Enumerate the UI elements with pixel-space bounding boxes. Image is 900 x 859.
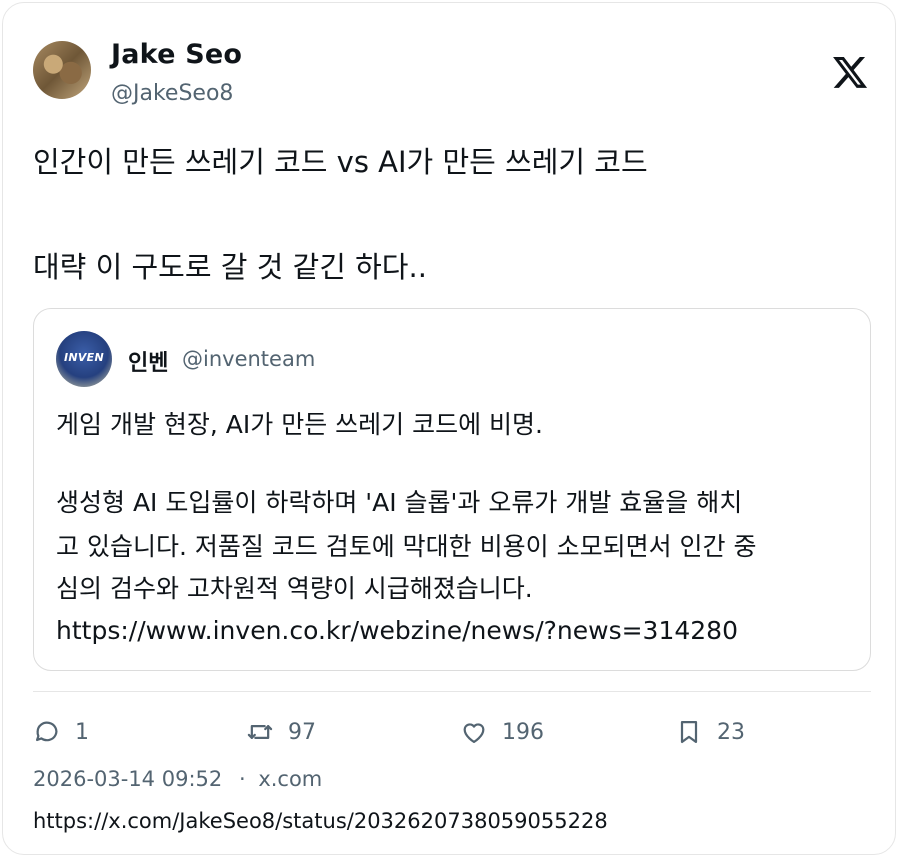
- author-avatar[interactable]: [33, 41, 91, 99]
- quoted-author-handle[interactable]: @inventeam: [182, 347, 315, 371]
- reply-count: 1: [75, 719, 89, 745]
- author-name[interactable]: Jake Seo: [111, 39, 242, 70]
- quoted-avatar[interactable]: INVEN: [56, 331, 112, 387]
- quoted-text-line-4: 심의 검수와 고차원적 역량이 시급해졌습니다.: [56, 574, 533, 603]
- quoted-author-name[interactable]: 인벤: [128, 345, 168, 377]
- tweet-card: Jake Seo @JakeSeo8 인간이 만든 쓰레기 코드 vs AI가 …: [2, 2, 896, 855]
- bookmark-count: 23: [717, 719, 745, 745]
- quoted-text-line-2: 생성형 AI 도입률이 하락하며 'AI 슬롭'과 오류가 개발 효율을 해치: [56, 488, 743, 517]
- like-button[interactable]: 196: [460, 715, 544, 749]
- quoted-text-line-3: 고 있습니다. 저품질 코드 검토에 막대한 비용이 소모되면서 인간 중: [56, 532, 757, 561]
- meta-separator: ·: [238, 767, 246, 791]
- x-logo-icon[interactable]: [831, 53, 869, 91]
- status-url[interactable]: https://x.com/JakeSeo8/status/2032620738…: [33, 809, 608, 833]
- quoted-link[interactable]: https://www.inven.co.kr/webzine/news/?ne…: [56, 615, 738, 647]
- like-icon: [463, 723, 485, 744]
- bookmark-icon: [680, 720, 698, 744]
- tweet-text-line-1: 인간이 만든 쓰레기 코드 vs AI가 만든 쓰레기 코드: [33, 145, 648, 179]
- retweet-icon: [247, 725, 273, 739]
- retweet-button[interactable]: 97: [246, 715, 316, 749]
- timestamp[interactable]: 2026-03-14 09:52: [33, 767, 222, 791]
- quoted-tweet[interactable]: INVEN 인벤 @inventeam 게임 개발 현장, AI가 만든 쓰레기…: [33, 308, 871, 671]
- reply-icon: [35, 721, 58, 742]
- quoted-avatar-logo-text: INVEN: [63, 351, 105, 364]
- bookmark-button[interactable]: 23: [675, 715, 745, 749]
- timestamp-line: 2026-03-14 09:52 · x.com: [33, 767, 322, 791]
- like-count: 196: [502, 719, 544, 745]
- retweet-count: 97: [288, 719, 316, 745]
- reply-button[interactable]: 1: [33, 715, 89, 749]
- author-handle[interactable]: @JakeSeo8: [111, 81, 233, 106]
- source-label[interactable]: x.com: [258, 767, 322, 791]
- quoted-text-line-1: 게임 개발 현장, AI가 만든 쓰레기 코드에 비명.: [56, 410, 543, 439]
- divider: [33, 691, 871, 692]
- tweet-text-line-2: 대략 이 구도로 갈 것 같긴 하다..: [33, 250, 427, 284]
